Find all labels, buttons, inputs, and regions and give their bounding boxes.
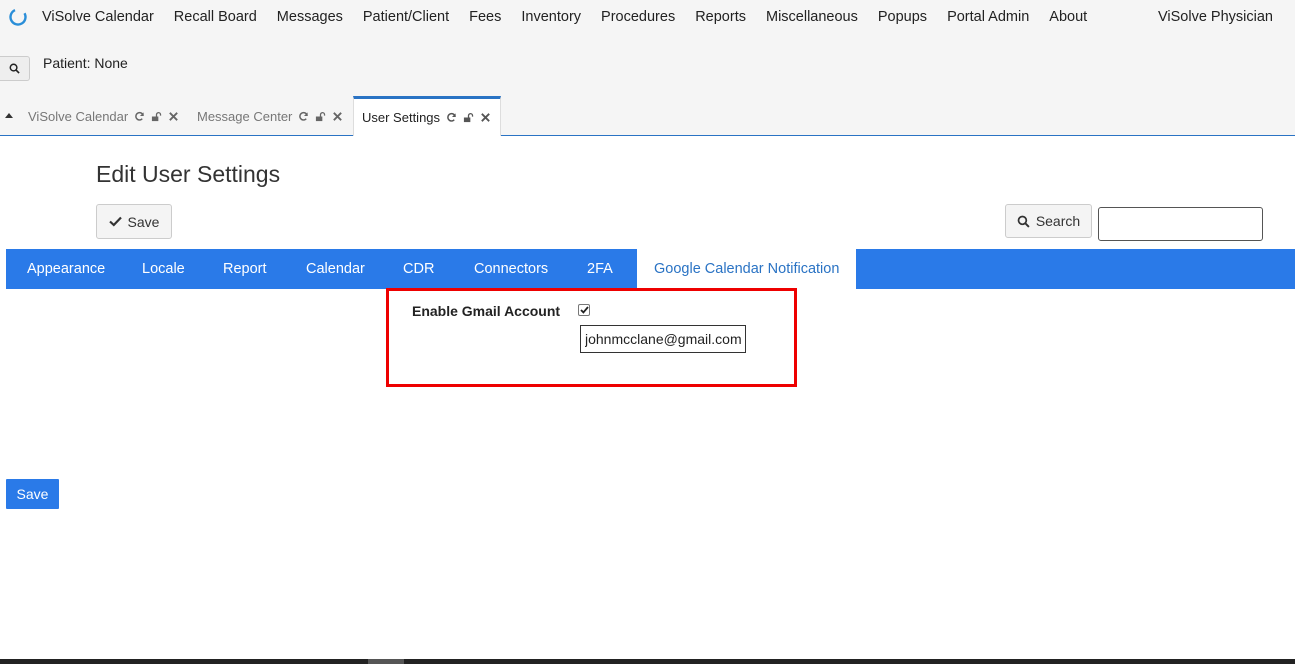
app-logo-icon[interactable] (8, 7, 28, 27)
nav-reports[interactable]: Reports (695, 9, 746, 25)
gmail-email-input[interactable] (580, 325, 746, 353)
refresh-icon[interactable] (134, 111, 145, 122)
search-input[interactable] (1098, 207, 1263, 241)
tab-connectors[interactable]: Connectors (474, 249, 548, 289)
search-label: Search (1035, 213, 1081, 229)
enable-gmail-checkbox[interactable] (578, 304, 590, 316)
tab-visolve-calendar[interactable]: ViSolve Calendar (28, 96, 179, 136)
nav-messages[interactable]: Messages (277, 9, 343, 25)
bottom-scrollbar[interactable] (0, 659, 1295, 664)
save-button[interactable]: Save (96, 204, 172, 239)
top-bar: ViSolve Calendar Recall Board Messages P… (0, 0, 1295, 96)
nav-recall-board[interactable]: Recall Board (174, 9, 257, 25)
nav-portal-admin[interactable]: Portal Admin (947, 9, 1029, 25)
search-button[interactable]: Search (1005, 204, 1092, 238)
tab-message-center[interactable]: Message Center (197, 96, 343, 136)
nav-procedures[interactable]: Procedures (601, 9, 675, 25)
tab-label: User Settings (362, 110, 441, 125)
unlock-icon[interactable] (463, 112, 474, 123)
scrollbar-thumb[interactable] (368, 659, 404, 664)
tab-calendar[interactable]: Calendar (306, 249, 365, 289)
tab-2fa[interactable]: 2FA (587, 249, 613, 289)
patient-search-button[interactable] (0, 56, 30, 81)
tab-appearance[interactable]: Appearance (27, 249, 105, 289)
close-icon[interactable] (480, 112, 491, 123)
tab-locale[interactable]: Locale (142, 249, 185, 289)
tab-user-settings[interactable]: User Settings (353, 96, 501, 136)
unlock-icon[interactable] (151, 111, 162, 122)
checkmark-icon (579, 306, 589, 314)
enable-gmail-label: Enable Gmail Account (412, 303, 561, 319)
save-bottom-button[interactable]: Save (6, 479, 59, 509)
nav-fees[interactable]: Fees (469, 9, 501, 25)
page-title: Edit User Settings (96, 161, 281, 187)
refresh-icon[interactable] (298, 111, 309, 122)
unlock-icon[interactable] (315, 111, 326, 122)
tab-report[interactable]: Report (223, 249, 267, 289)
search-icon (9, 63, 20, 74)
tab-google-calendar-notification[interactable]: Google Calendar Notification (637, 249, 857, 289)
nav-about[interactable]: About (1049, 9, 1087, 25)
save-label: Save (127, 213, 160, 230)
tab-label: ViSolve Calendar (28, 108, 129, 124)
patient-label: Patient: None (43, 55, 128, 71)
close-icon[interactable] (332, 111, 343, 122)
user-menu[interactable]: ViSolve Physician (1158, 9, 1273, 25)
tab-label: Message Center (197, 108, 293, 124)
search-icon (1017, 215, 1030, 228)
nav-visolve-calendar[interactable]: ViSolve Calendar (42, 9, 154, 25)
nav-popups[interactable]: Popups (878, 9, 927, 25)
nav-inventory[interactable]: Inventory (521, 9, 581, 25)
close-icon[interactable] (168, 111, 179, 122)
checkmark-icon (108, 216, 122, 227)
tabs-row: ViSolve Calendar Message Center User Set… (0, 96, 1295, 136)
settings-tabs: Appearance Locale Report Calendar CDR Co… (6, 249, 1295, 289)
refresh-icon[interactable] (446, 112, 457, 123)
collapse-arrow-icon[interactable] (5, 113, 13, 118)
tab-cdr[interactable]: CDR (403, 249, 434, 289)
main-nav: ViSolve Calendar Recall Board Messages P… (0, 0, 1295, 34)
nav-miscellaneous[interactable]: Miscellaneous (766, 9, 858, 25)
nav-patient-client[interactable]: Patient/Client (363, 9, 449, 25)
